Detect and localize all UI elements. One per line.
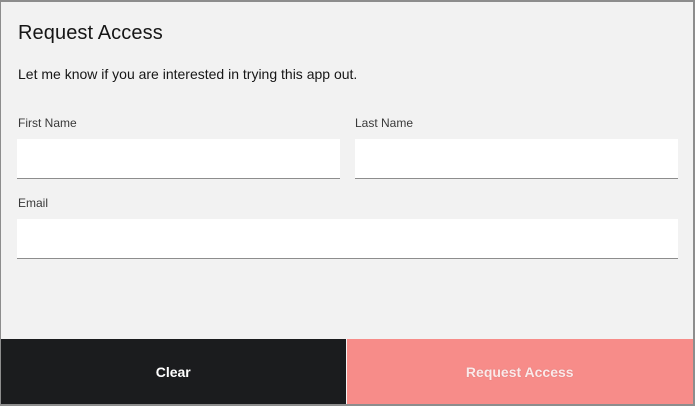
modal-title: Request Access — [18, 22, 163, 44]
clear-button[interactable]: Clear — [1, 339, 346, 404]
request-access-modal: Request Access Let me know if you are in… — [1, 2, 693, 404]
modal-footer: Clear Request Access — [1, 339, 693, 404]
email-label: Email — [18, 196, 49, 210]
modal-subtitle: Let me know if you are interested in try… — [18, 66, 358, 82]
email-input[interactable] — [17, 219, 678, 259]
last-name-label: Last Name — [355, 116, 414, 130]
last-name-input[interactable] — [355, 139, 678, 179]
request-access-button[interactable]: Request Access — [346, 339, 693, 404]
first-name-label: First Name — [18, 116, 77, 130]
first-name-input[interactable] — [17, 139, 340, 179]
